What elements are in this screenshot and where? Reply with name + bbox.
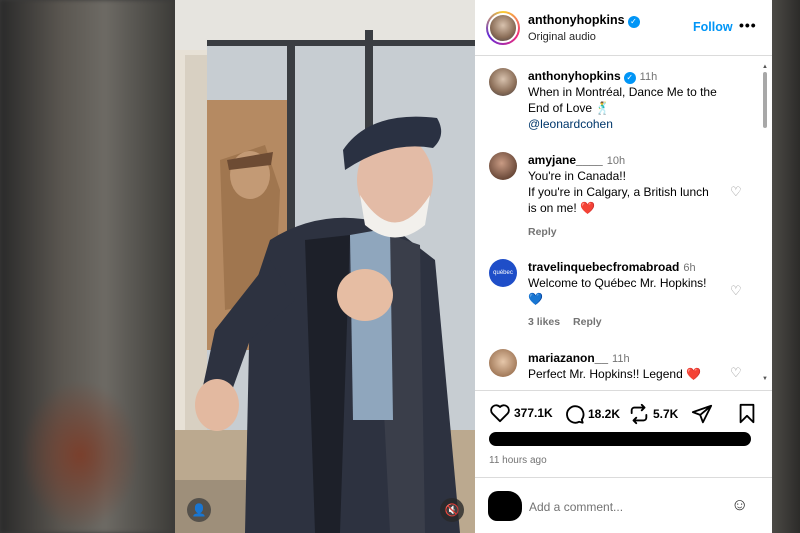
post-side-panel: anthonyhopkins ✓ Original audio Follow ••… bbox=[475, 0, 772, 533]
comment-likes-count[interactable]: 3 likes bbox=[528, 316, 560, 328]
comment-like-heart-icon[interactable]: ♡ bbox=[730, 184, 742, 200]
reply-button[interactable]: Reply bbox=[573, 316, 602, 328]
commenter-avatar[interactable] bbox=[489, 68, 517, 96]
repost-icon[interactable] bbox=[628, 403, 650, 425]
comment-time: 11h bbox=[612, 353, 630, 365]
comment-header: mariazanon__ 11h bbox=[528, 351, 630, 365]
comment-line: 💙 bbox=[528, 292, 543, 306]
comment-time: 10h bbox=[606, 155, 626, 167]
comment-text: Perfect Mr. Hopkins!! Legend ❤️ bbox=[528, 366, 728, 382]
verified-badge-icon: ✓ bbox=[623, 72, 636, 84]
mute-button[interactable]: 🔇 bbox=[440, 498, 464, 522]
reel-video[interactable]: 👤 🔇 bbox=[175, 0, 475, 533]
comment-like-heart-icon[interactable]: ♡ bbox=[730, 365, 742, 381]
more-options-button[interactable]: ••• bbox=[739, 17, 757, 33]
comment-time: 6h bbox=[683, 262, 696, 274]
comment-like-heart-icon[interactable]: ♡ bbox=[730, 283, 742, 299]
commenter-username[interactable]: travelinquebecfromabroad bbox=[528, 260, 679, 274]
comment-line: is on me! ❤️ bbox=[528, 201, 595, 215]
comment-text: You're in Canada!! If you're in Calgary,… bbox=[528, 168, 728, 216]
author-avatar[interactable] bbox=[486, 11, 520, 45]
save-action[interactable] bbox=[737, 403, 757, 425]
video-frame bbox=[175, 0, 475, 533]
comment-header: amyjane____ 10h bbox=[528, 153, 625, 167]
likes-count: 377.1K bbox=[514, 406, 553, 420]
comment-line: You're in Canada!! bbox=[528, 169, 626, 183]
mention-link[interactable]: @leonardcohen bbox=[528, 116, 728, 132]
comment-header: anthonyhopkins ✓ 11h bbox=[528, 69, 657, 84]
repost-action[interactable]: 5.7K bbox=[628, 403, 678, 425]
comment-icon[interactable] bbox=[563, 403, 585, 425]
like-action[interactable]: 377.1K bbox=[489, 403, 553, 423]
emoji-icon[interactable]: ☺ bbox=[731, 495, 748, 515]
comment-action[interactable]: 18.2K bbox=[563, 403, 620, 425]
comment-line: Welcome to Québec Mr. Hopkins! bbox=[528, 276, 707, 290]
share-action[interactable] bbox=[691, 403, 713, 425]
tagged-users-button[interactable]: 👤 bbox=[187, 498, 211, 522]
post-header: anthonyhopkins ✓ Original audio Follow ••… bbox=[475, 0, 772, 56]
comment-line: If you're in Calgary, a British lunch bbox=[528, 185, 709, 199]
commenter-username[interactable]: anthonyhopkins bbox=[528, 69, 621, 83]
add-comment-bar: Add a comment... ☺ bbox=[475, 477, 772, 533]
comments-list: anthonyhopkins ✓ 11h When in Montréal, Dan… bbox=[475, 57, 772, 387]
blurred-background-left bbox=[0, 0, 175, 533]
comments-count: 18.2K bbox=[588, 407, 621, 421]
reply-button[interactable]: Reply bbox=[528, 226, 557, 238]
comment-line: Perfect Mr. Hopkins!! Legend ❤️ bbox=[528, 367, 702, 381]
comment-line: When in Montréal, Dance Me to the bbox=[528, 85, 717, 99]
commenter-avatar[interactable]: québec bbox=[489, 259, 517, 287]
scroll-down-arrow-icon[interactable]: ▼ bbox=[762, 376, 768, 382]
reposts-count: 5.7K bbox=[653, 407, 679, 421]
author-username[interactable]: anthonyhopkins ✓ bbox=[528, 13, 640, 28]
blurred-background-right bbox=[772, 0, 800, 533]
verified-badge-icon: ✓ bbox=[627, 16, 640, 28]
comments-scrollbar[interactable]: ▲ ▼ bbox=[762, 64, 768, 382]
comment-text: When in Montréal, Dance Me to the End of… bbox=[528, 84, 728, 132]
current-user-avatar-redacted bbox=[488, 491, 522, 521]
scrollbar-thumb[interactable] bbox=[763, 72, 767, 128]
avatar-logo-text: québec bbox=[493, 270, 513, 276]
heart-icon[interactable] bbox=[489, 403, 511, 423]
post-actions-bar: 377.1K 18.2K 5.7K bbox=[475, 390, 772, 435]
commenter-avatar[interactable] bbox=[489, 349, 517, 377]
commenter-username[interactable]: mariazanon__ bbox=[528, 351, 608, 365]
comment-time: 11h bbox=[639, 71, 658, 83]
author-name-text[interactable]: anthonyhopkins bbox=[528, 13, 625, 27]
commenter-username[interactable]: amyjane____ bbox=[528, 153, 603, 167]
follow-button[interactable]: Follow bbox=[693, 20, 733, 34]
comment-line: End of Love 🕺 bbox=[528, 101, 611, 115]
share-icon[interactable] bbox=[691, 403, 713, 425]
comment-text: Welcome to Québec Mr. Hopkins! 💙 bbox=[528, 275, 728, 307]
add-comment-input[interactable]: Add a comment... bbox=[529, 500, 623, 514]
bookmark-icon[interactable] bbox=[737, 403, 757, 425]
liked-by-redacted bbox=[489, 432, 751, 446]
screenshot: 👤 🔇 anthonyhopkins ✓ Original audio Follo… bbox=[0, 0, 800, 533]
post-time-ago[interactable]: 11 hours ago bbox=[489, 455, 547, 466]
comment-meta: 3 likes Reply bbox=[528, 316, 602, 328]
audio-label[interactable]: Original audio bbox=[528, 31, 596, 43]
comment-header: travelinquebecfromabroad 6h bbox=[528, 260, 696, 274]
scroll-up-arrow-icon[interactable]: ▲ bbox=[762, 64, 768, 70]
commenter-avatar[interactable] bbox=[489, 152, 517, 180]
